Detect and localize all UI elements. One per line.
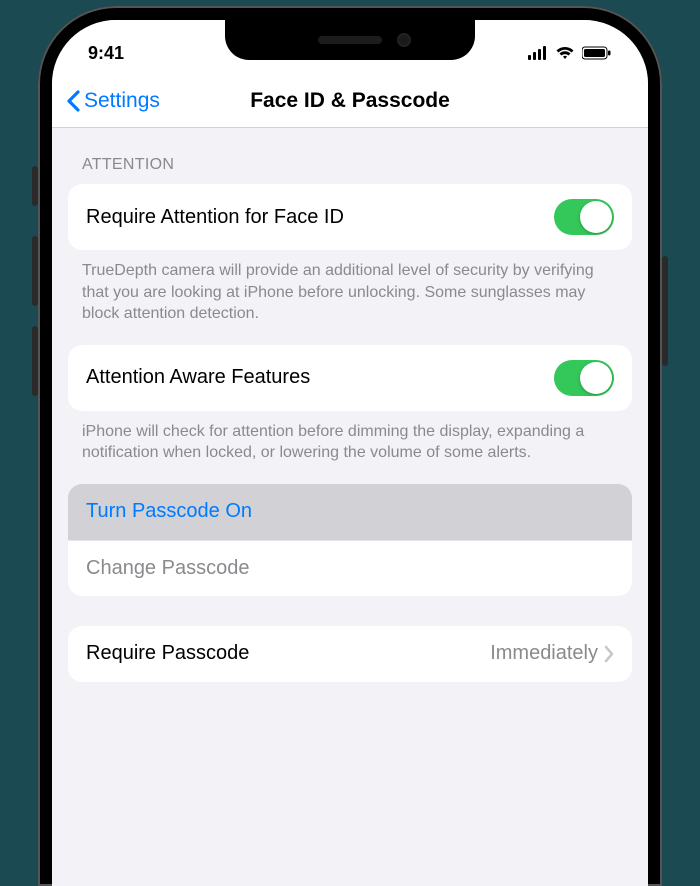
cell-turn-passcode-on[interactable]: Turn Passcode On — [68, 484, 632, 540]
back-button[interactable]: Settings — [66, 89, 160, 113]
footer-require-attention: TrueDepth camera will provide an additio… — [52, 250, 648, 345]
side-button — [32, 166, 38, 206]
cellular-icon — [528, 46, 548, 60]
side-button — [32, 236, 38, 306]
back-label: Settings — [84, 89, 160, 113]
switch-knob — [580, 362, 612, 394]
cell-label: Turn Passcode On — [86, 500, 614, 523]
section-header-attention: ATTENTION — [52, 128, 648, 184]
cell-require-attention[interactable]: Require Attention for Face ID — [68, 184, 632, 250]
notch — [225, 20, 475, 60]
group-require-attention: Require Attention for Face ID — [68, 184, 632, 250]
switch-require-attention[interactable] — [554, 199, 614, 235]
chevron-left-icon — [66, 90, 80, 112]
side-button — [32, 326, 38, 396]
page-title: Face ID & Passcode — [250, 89, 450, 113]
switch-attention-aware[interactable] — [554, 360, 614, 396]
group-attention-aware: Attention Aware Features — [68, 345, 632, 411]
speaker — [318, 36, 382, 44]
screen: 9:41 — [52, 20, 648, 886]
front-camera — [397, 33, 411, 47]
cell-label: Change Passcode — [86, 557, 614, 580]
side-button — [662, 256, 668, 366]
cell-change-passcode[interactable]: Change Passcode — [68, 540, 632, 596]
cell-require-passcode[interactable]: Require Passcode Immediately — [68, 626, 632, 682]
nav-bar: Settings Face ID & Passcode — [52, 74, 648, 128]
cell-label: Attention Aware Features — [86, 366, 554, 389]
chevron-right-icon — [604, 645, 614, 663]
content: ATTENTION Require Attention for Face ID … — [52, 128, 648, 682]
group-passcode: Turn Passcode On Change Passcode — [68, 484, 632, 596]
cell-value: Immediately — [490, 642, 598, 665]
status-time: 9:41 — [88, 43, 124, 64]
footer-attention-aware: iPhone will check for attention before d… — [52, 411, 648, 484]
cell-attention-aware[interactable]: Attention Aware Features — [68, 345, 632, 411]
group-require-passcode: Require Passcode Immediately — [68, 626, 632, 682]
status-icons — [528, 46, 612, 60]
switch-knob — [580, 201, 612, 233]
battery-icon — [582, 46, 612, 60]
cell-label: Require Passcode — [86, 642, 490, 665]
cell-label: Require Attention for Face ID — [86, 206, 554, 229]
spacer — [52, 596, 648, 626]
wifi-icon — [555, 46, 575, 60]
phone-frame: 9:41 — [38, 6, 662, 886]
